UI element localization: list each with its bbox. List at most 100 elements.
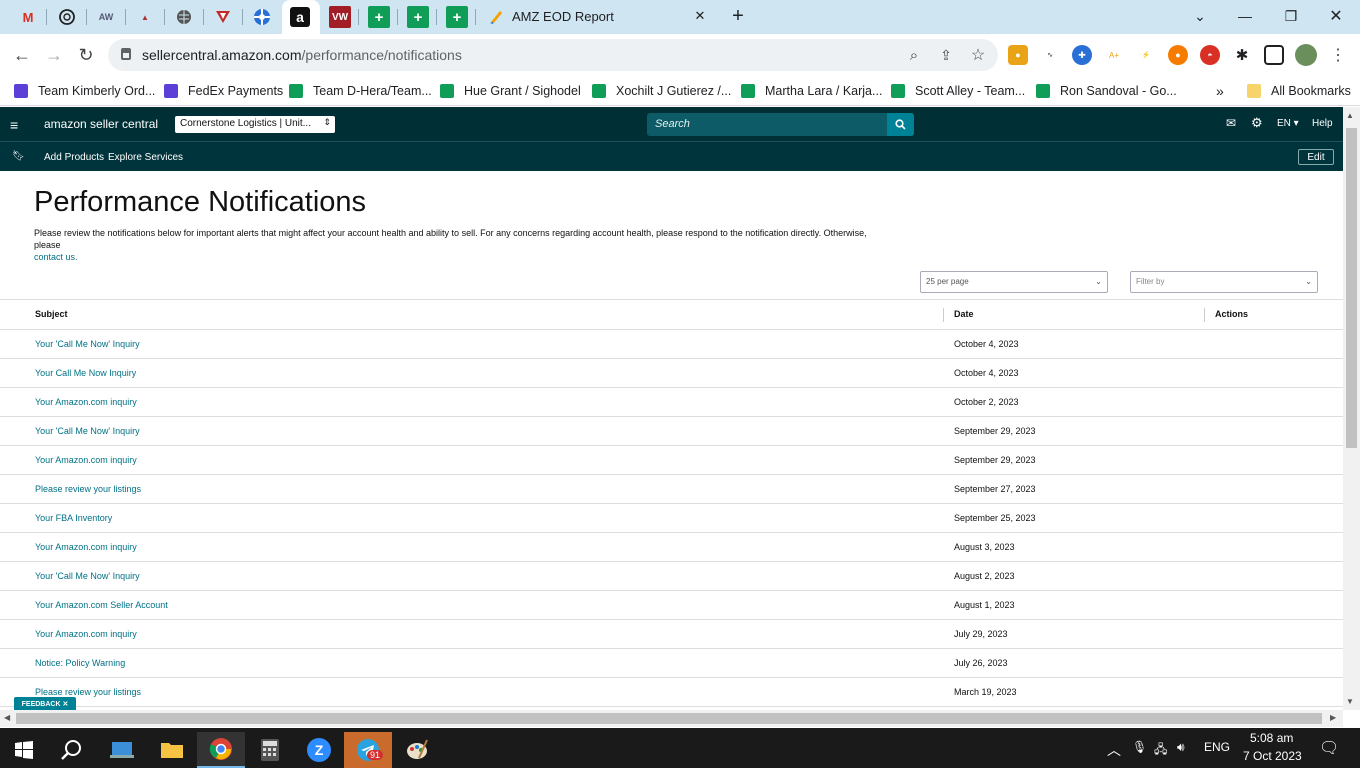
bookmark-star-icon[interactable]: ☆ bbox=[966, 43, 990, 67]
nav-add-products[interactable]: Add Products bbox=[44, 152, 104, 163]
language-selector[interactable]: EN ▾ bbox=[1277, 118, 1299, 129]
all-bookmarks-folder[interactable]: All Bookmarks bbox=[1247, 82, 1351, 100]
bookmark-item[interactable]: Xochilt J Gutierez /... bbox=[592, 82, 731, 100]
side-panel-icon[interactable] bbox=[1264, 45, 1284, 65]
back-button[interactable]: ← bbox=[10, 43, 34, 67]
subject-link[interactable]: Your Call Me Now Inquiry bbox=[35, 368, 136, 378]
telegram-icon[interactable]: 91 bbox=[344, 732, 392, 768]
profile-avatar[interactable] bbox=[1295, 44, 1317, 66]
notifications-icon[interactable]: 🗨︎ bbox=[1319, 738, 1339, 758]
feedback-button[interactable]: FEEDBACK ✕ bbox=[14, 697, 76, 710]
search-input[interactable]: Search bbox=[647, 113, 888, 136]
folder-icon[interactable] bbox=[148, 732, 196, 768]
reload-button[interactable]: ↻ bbox=[74, 43, 98, 67]
scroll-up-arrow[interactable]: ▲ bbox=[1346, 111, 1354, 120]
per-page-select[interactable]: 25 per page ⌄ bbox=[920, 271, 1108, 293]
subject-link[interactable]: Notice: Policy Warning bbox=[35, 658, 125, 668]
bookmark-icon[interactable]: 🔖︎ bbox=[12, 151, 25, 162]
extension-icon[interactable]: ⚡ bbox=[1136, 45, 1156, 65]
eod-report-tab-icon[interactable] bbox=[485, 6, 507, 28]
help-link[interactable]: Help bbox=[1312, 118, 1333, 129]
subject-link[interactable]: Your Amazon.com inquiry bbox=[35, 455, 137, 465]
settings-gear-icon[interactable]: ⚙ bbox=[1251, 115, 1263, 131]
chrome-taskbar-icon[interactable] bbox=[197, 732, 245, 768]
horizontal-scroll-thumb[interactable] bbox=[16, 713, 1322, 724]
account-selector[interactable]: Cornerstone Logistics | Unit... ⇕ bbox=[175, 116, 335, 133]
bookmark-item[interactable]: Martha Lara / Karja... bbox=[741, 82, 882, 100]
gmail-tab-icon[interactable]: M bbox=[17, 6, 39, 28]
tab-title[interactable]: AMZ EOD Report bbox=[512, 9, 614, 24]
column-date[interactable]: Date bbox=[954, 309, 974, 319]
bookmark-item[interactable]: Ron Sandoval - Go... bbox=[1036, 82, 1177, 100]
sheets-tab-icon[interactable]: + bbox=[446, 6, 468, 28]
extension-icon[interactable]: ✚ bbox=[1072, 45, 1092, 65]
lock-icon[interactable] bbox=[121, 48, 131, 60]
bookmark-item[interactable]: Scott Alley - Team... bbox=[891, 82, 1025, 100]
bookmark-item[interactable]: FedEx Payments bbox=[164, 82, 283, 100]
restore-button[interactable]: ❐ bbox=[1276, 5, 1306, 27]
contact-us-link[interactable]: contact us. bbox=[34, 252, 78, 262]
new-tab-button[interactable]: + bbox=[723, 5, 753, 27]
hamburger-menu-icon[interactable]: ≡ bbox=[10, 117, 18, 133]
scroll-right-arrow[interactable]: ▶ bbox=[1330, 713, 1336, 722]
extension-icon[interactable]: A+ bbox=[1104, 45, 1124, 65]
filter-select[interactable]: Filter by ⌄ bbox=[1130, 271, 1318, 293]
minimize-button[interactable]: — bbox=[1230, 5, 1260, 27]
bookmark-item[interactable]: Hue Grant / Sighodel bbox=[440, 82, 581, 100]
extension-icon[interactable]: ◓ bbox=[1200, 45, 1220, 65]
seller-central-logo[interactable]: amazon seller central bbox=[44, 117, 158, 131]
subject-link[interactable]: Your Amazon.com Seller Account bbox=[35, 600, 168, 610]
windows-start-icon[interactable] bbox=[0, 732, 48, 768]
microphone-icon[interactable]: 🎙︎ bbox=[1132, 740, 1147, 754]
cross-tab-icon[interactable] bbox=[251, 6, 273, 28]
subject-link[interactable]: Please review your listings bbox=[35, 687, 141, 697]
network-icon[interactable]: 🖧︎ bbox=[1154, 740, 1167, 761]
zoom-icon[interactable]: ⌕ bbox=[902, 43, 926, 67]
sheets-tab-icon[interactable]: + bbox=[407, 6, 429, 28]
extension-icon[interactable]: ● bbox=[1168, 45, 1188, 65]
url-text[interactable]: sellercentral.amazon.com/performance/not… bbox=[142, 47, 462, 63]
extension-icon[interactable]: ● bbox=[1008, 45, 1028, 65]
scroll-down-arrow[interactable]: ▼ bbox=[1346, 697, 1354, 706]
vertical-scroll-thumb[interactable] bbox=[1346, 128, 1357, 448]
forward-button[interactable]: → bbox=[42, 43, 66, 67]
nav-explore-services[interactable]: Explore Services bbox=[108, 152, 183, 163]
chatgpt-tab-icon[interactable] bbox=[56, 6, 78, 28]
subject-link[interactable]: Your 'Call Me Now' Inquiry bbox=[35, 426, 140, 436]
menu-icon[interactable]: ⋮ bbox=[1326, 43, 1350, 67]
subject-link[interactable]: Please review your listings bbox=[35, 484, 141, 494]
vw-tab-icon[interactable]: VW bbox=[329, 6, 351, 28]
amazon-tab-icon[interactable]: a bbox=[290, 7, 310, 27]
close-tab-icon[interactable]: ✕ bbox=[685, 5, 715, 27]
bookmark-item[interactable]: Team Kimberly Ord... bbox=[14, 82, 155, 100]
search-icon[interactable] bbox=[48, 732, 96, 768]
subject-link[interactable]: Your Amazon.com inquiry bbox=[35, 397, 137, 407]
language-indicator[interactable]: ENG bbox=[1204, 740, 1230, 754]
subject-link[interactable]: Your 'Call Me Now' Inquiry bbox=[35, 571, 140, 581]
edit-nav-button[interactable]: Edit bbox=[1298, 149, 1334, 165]
volume-icon[interactable]: 🔊︎ bbox=[1177, 740, 1185, 755]
file-explorer-icon[interactable] bbox=[98, 732, 146, 768]
globe-tab-icon[interactable] bbox=[173, 6, 195, 28]
site-tab-icon[interactable]: ▲ bbox=[134, 6, 156, 28]
extension-icon[interactable]: ∿ bbox=[1040, 45, 1060, 65]
bookmark-item[interactable]: Team D-Hera/Team... bbox=[289, 82, 432, 100]
column-subject[interactable]: Subject bbox=[35, 309, 68, 319]
clock-date[interactable]: 7 Oct 2023 bbox=[1243, 749, 1302, 763]
close-window-button[interactable]: ✕ bbox=[1321, 5, 1351, 27]
clock-time[interactable]: 5:08 am bbox=[1250, 731, 1293, 745]
site-tab-icon[interactable]: AW bbox=[95, 6, 117, 28]
mail-icon[interactable]: ✉ bbox=[1226, 116, 1236, 130]
subject-link[interactable]: Your 'Call Me Now' Inquiry bbox=[35, 339, 140, 349]
zoom-app-icon[interactable]: Z bbox=[295, 732, 343, 768]
paint-icon[interactable] bbox=[393, 732, 441, 768]
subject-link[interactable]: Your Amazon.com inquiry bbox=[35, 629, 137, 639]
calculator-icon[interactable] bbox=[246, 732, 294, 768]
bookmarks-overflow-button[interactable]: » bbox=[1216, 82, 1224, 100]
search-button[interactable] bbox=[887, 113, 914, 136]
extensions-puzzle-icon[interactable]: ✱ bbox=[1232, 45, 1252, 65]
show-hidden-icons-chevron[interactable]: ︿ bbox=[1107, 740, 1121, 760]
tab-search-icon[interactable]: ⌄ bbox=[1185, 5, 1215, 27]
share-icon[interactable]: ⇪ bbox=[934, 43, 958, 67]
scroll-left-arrow[interactable]: ◀ bbox=[4, 713, 10, 722]
